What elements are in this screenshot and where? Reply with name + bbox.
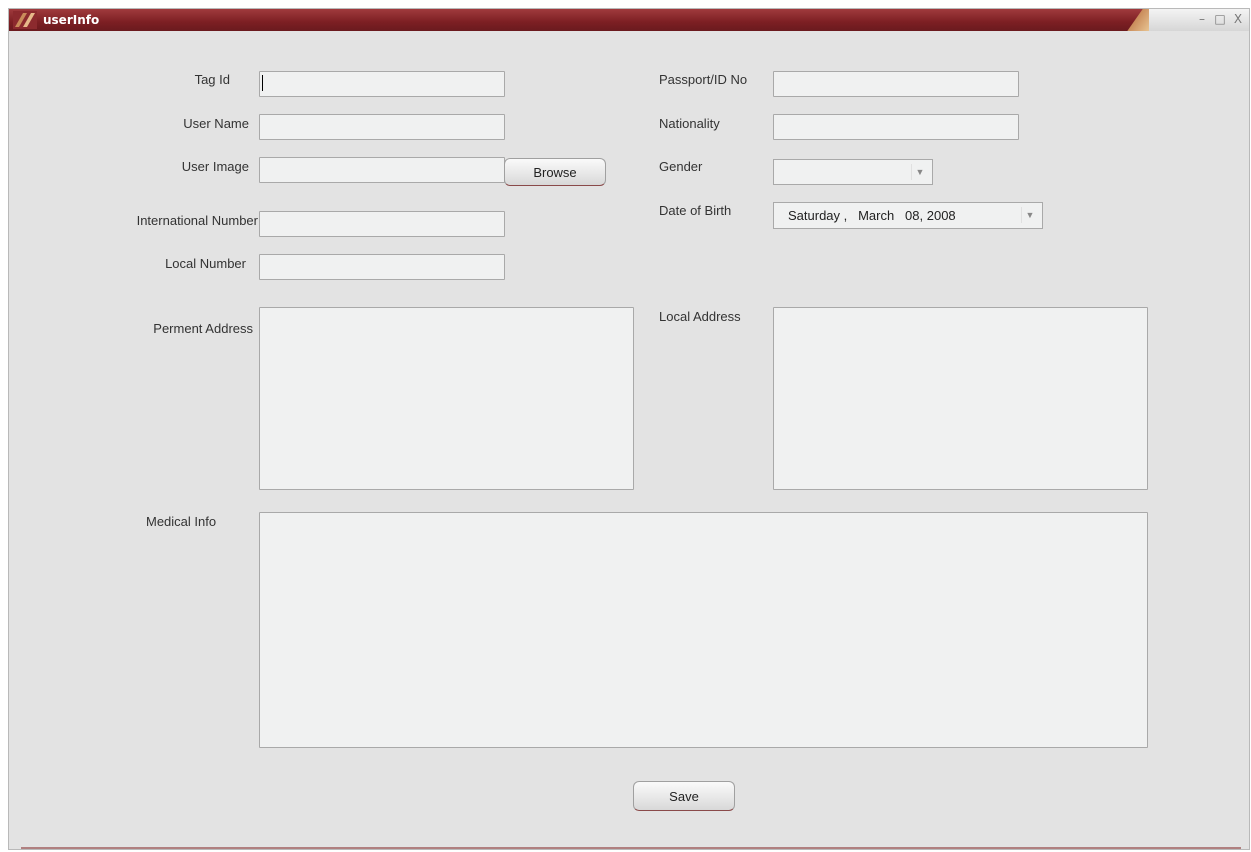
gender-select[interactable]: ▼ xyxy=(773,159,933,185)
tag-id-wrapper xyxy=(259,71,505,97)
local-address-textarea[interactable] xyxy=(773,307,1148,490)
user-info-window: userInfo – □ X Tag Id User Name User Ima… xyxy=(8,8,1250,850)
window-controls: – □ X xyxy=(1149,9,1249,31)
date-of-birth-value: Saturday , March 08, 2008 xyxy=(788,208,956,223)
gender-label: Gender xyxy=(659,159,703,174)
medical-info-label: Medical Info xyxy=(146,514,217,529)
medical-info-textarea[interactable] xyxy=(259,512,1148,748)
app-logo-icon xyxy=(13,11,37,29)
user-name-label: User Name xyxy=(183,116,249,131)
permanent-address-label: Perment Address xyxy=(153,321,253,336)
date-of-birth-picker[interactable]: Saturday , March 08, 2008 ▼ xyxy=(773,202,1043,229)
date-of-birth-label: Date of Birth xyxy=(659,203,732,218)
user-image-path-input[interactable] xyxy=(259,157,505,183)
passport-id-label: Passport/ID No xyxy=(659,72,748,87)
tag-id-input[interactable] xyxy=(259,71,505,97)
international-number-input[interactable] xyxy=(259,211,505,237)
user-image-label: User Image xyxy=(181,159,249,174)
maximize-button[interactable]: □ xyxy=(1213,12,1227,26)
minimize-button[interactable]: – xyxy=(1195,12,1209,26)
title-bar[interactable]: userInfo – □ X xyxy=(9,9,1249,31)
browse-button[interactable]: Browse xyxy=(504,158,606,186)
permanent-address-textarea[interactable] xyxy=(259,307,634,490)
user-name-input[interactable] xyxy=(259,114,505,140)
chevron-down-icon[interactable]: ▼ xyxy=(911,164,928,180)
international-number-label: International Number xyxy=(136,213,258,228)
tag-id-label: Tag Id xyxy=(194,72,230,87)
close-button[interactable]: X xyxy=(1231,12,1245,26)
text-caret xyxy=(262,75,263,91)
window-bottom-border xyxy=(21,847,1241,849)
window-title: userInfo xyxy=(43,13,100,27)
passport-id-input[interactable] xyxy=(773,71,1019,97)
nationality-label: Nationality xyxy=(659,116,720,131)
local-number-input[interactable] xyxy=(259,254,505,280)
save-button[interactable]: Save xyxy=(633,781,735,811)
nationality-input[interactable] xyxy=(773,114,1019,140)
local-number-label: Local Number xyxy=(165,256,246,271)
chevron-down-icon[interactable]: ▼ xyxy=(1021,207,1038,223)
local-address-label: Local Address xyxy=(659,309,741,324)
